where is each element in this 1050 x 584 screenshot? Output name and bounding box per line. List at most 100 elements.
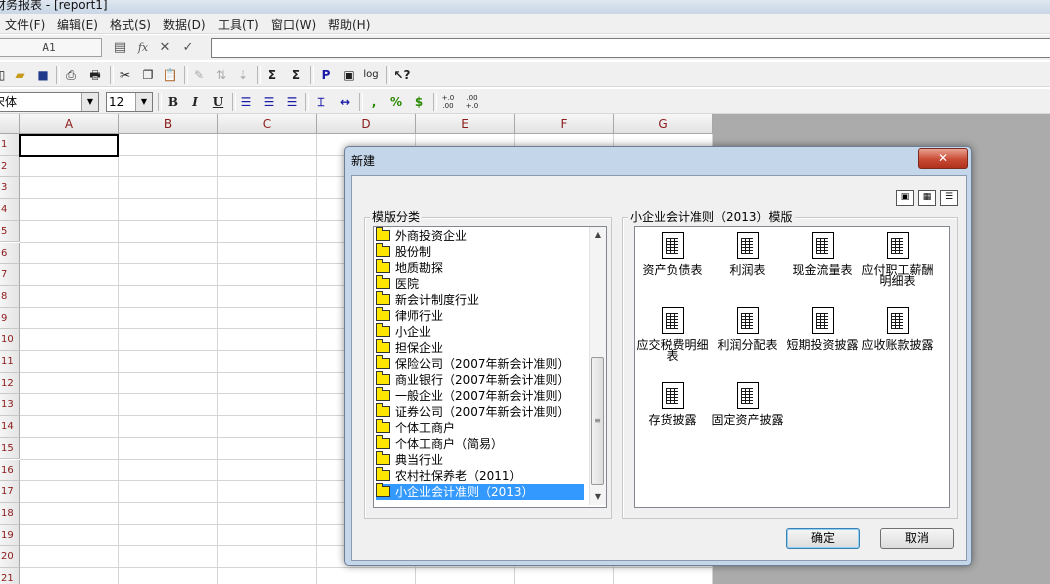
confirm-edit-icon[interactable]: ✓: [179, 39, 197, 57]
calculator-icon[interactable]: ▤: [111, 39, 129, 57]
template-item[interactable]: 现金流量表: [785, 232, 860, 276]
align-center-icon[interactable]: ☰: [259, 92, 279, 112]
column-header[interactable]: B: [119, 114, 218, 134]
cancel-edit-icon[interactable]: ✕: [156, 39, 174, 57]
save-icon[interactable]: ■: [33, 65, 53, 85]
template-item[interactable]: 利润表: [710, 232, 785, 276]
menu-format[interactable]: 格式(S): [110, 16, 151, 33]
template-item[interactable]: 存货披露: [635, 382, 710, 426]
category-item[interactable]: 商业银行（2007年新会计准则）: [376, 371, 584, 388]
row-header[interactable]: 6: [0, 242, 20, 265]
row-header[interactable]: 7: [0, 264, 20, 286]
decrease-decimal-button[interactable]: .00 +.0: [462, 92, 482, 112]
template-list[interactable]: 资产负债表 利润表 现金流量表 应付职工薪酬明细表 应交税费明细表 利润分配表 短期投资披露…: [634, 226, 950, 508]
italic-button[interactable]: I: [185, 92, 205, 112]
currency-style-button[interactable]: $: [409, 92, 429, 112]
category-item[interactable]: 医院: [376, 275, 584, 292]
category-item[interactable]: 个体工商户（简易）: [376, 435, 584, 452]
print-icon[interactable]: 🖶: [85, 65, 105, 85]
percent-style-button[interactable]: %: [386, 92, 406, 112]
category-item[interactable]: 典当行业: [376, 451, 584, 468]
function-button[interactable]: fx: [134, 39, 152, 57]
category-item[interactable]: 证券公司（2007年新会计准则）: [376, 403, 584, 420]
ok-button[interactable]: 确定: [786, 528, 860, 549]
format-painter-icon[interactable]: ✎: [189, 65, 209, 85]
comma-style-button[interactable]: ,: [364, 92, 384, 112]
align-right-icon[interactable]: ☰: [282, 92, 302, 112]
category-item[interactable]: 股份制: [376, 243, 584, 260]
category-list[interactable]: 外商投资企业 股份制 地质勘探 医院 新会计制度行业 律师行业 小企业 担保企业 保险公司（20…: [373, 226, 607, 508]
row-header[interactable]: 16: [0, 459, 20, 482]
column-header[interactable]: F: [515, 114, 614, 134]
row-header[interactable]: 11: [0, 351, 20, 373]
column-header[interactable]: C: [218, 114, 317, 134]
column-header[interactable]: G: [614, 114, 713, 134]
category-item[interactable]: 新会计制度行业: [376, 291, 584, 308]
template-item[interactable]: 应付职工薪酬明细表: [860, 232, 935, 287]
row-header[interactable]: 19: [0, 524, 20, 547]
row-header[interactable]: 13: [0, 394, 20, 417]
details-view-icon[interactable]: ☰: [940, 190, 958, 206]
category-item[interactable]: 小企业会计准则（2013）: [376, 483, 584, 500]
select-all-corner[interactable]: [0, 114, 20, 134]
template-item[interactable]: 资产负债表: [635, 232, 710, 276]
row-header[interactable]: 21: [0, 568, 20, 584]
row-header[interactable]: 8: [0, 285, 20, 308]
menu-help[interactable]: 帮助(H): [328, 16, 370, 33]
row-header[interactable]: 10: [0, 329, 20, 351]
column-header[interactable]: D: [317, 114, 416, 134]
row-header[interactable]: 18: [0, 502, 20, 525]
scroll-down-icon[interactable]: ▼: [590, 489, 606, 505]
formula-input[interactable]: [211, 38, 1050, 58]
cell-reference-box[interactable]: A1: [0, 38, 102, 57]
dialog-close-button[interactable]: ✕: [918, 148, 968, 169]
category-item[interactable]: 律师行业: [376, 307, 584, 324]
row-header[interactable]: 17: [0, 481, 20, 503]
row-header[interactable]: 3: [0, 177, 20, 200]
category-list-scrollbar[interactable]: ▲ ≡ ▼: [589, 227, 606, 505]
row-header[interactable]: 1: [0, 134, 20, 156]
category-item[interactable]: 一般企业（2007年新会计准则）: [376, 387, 584, 404]
menu-data[interactable]: 数据(D): [163, 16, 206, 33]
scrollbar-thumb[interactable]: ≡: [591, 357, 604, 485]
row-header[interactable]: 15: [0, 437, 20, 460]
help-pointer-icon[interactable]: ↖?: [392, 65, 412, 85]
small-icons-view-icon[interactable]: ▦: [918, 190, 936, 206]
category-item[interactable]: 地质勘探: [376, 259, 584, 276]
row-header[interactable]: 20: [0, 546, 20, 568]
log-button[interactable]: log: [361, 65, 381, 85]
column-header[interactable]: A: [20, 114, 119, 134]
active-cell[interactable]: [19, 134, 119, 157]
category-item[interactable]: 小企业: [376, 323, 584, 340]
sum-column-button[interactable]: Σ: [286, 65, 306, 85]
chevron-down-icon[interactable]: ▼: [81, 93, 98, 111]
category-item[interactable]: 保险公司（2007年新会计准则）: [376, 355, 584, 372]
menu-window[interactable]: 窗口(W): [271, 16, 316, 33]
paste-icon[interactable]: 📋: [160, 65, 180, 85]
horizontal-fit-icon[interactable]: ↔: [335, 92, 355, 112]
bold-button[interactable]: B: [163, 92, 183, 112]
row-header[interactable]: 2: [0, 155, 20, 178]
menu-tools[interactable]: 工具(T): [218, 16, 259, 33]
template-item[interactable]: 应收账款披露: [860, 307, 935, 351]
template-item[interactable]: 固定资产披露: [710, 382, 785, 426]
category-item[interactable]: 外商投资企业: [376, 227, 584, 244]
row-header[interactable]: 12: [0, 372, 20, 395]
scroll-up-icon[interactable]: ▲: [590, 227, 606, 243]
row-header[interactable]: 4: [0, 199, 20, 221]
align-left-icon[interactable]: ☰: [236, 92, 256, 112]
p-button[interactable]: P: [316, 65, 336, 85]
vertical-align-icon[interactable]: ⌶: [311, 92, 331, 112]
copy-icon[interactable]: ❐: [138, 65, 158, 85]
sort-icon[interactable]: ⇅: [211, 65, 231, 85]
template-item[interactable]: 应交税费明细表: [635, 307, 710, 362]
category-item[interactable]: 个体工商户: [376, 419, 584, 436]
font-size-select[interactable]: 12 ▼: [106, 92, 153, 112]
row-header[interactable]: 14: [0, 416, 20, 438]
report-icon[interactable]: ▣: [339, 65, 359, 85]
menu-file[interactable]: 文件(F): [5, 16, 45, 33]
cut-icon[interactable]: ✂: [115, 65, 135, 85]
sort-desc-icon[interactable]: ⇣: [233, 65, 253, 85]
template-item[interactable]: 利润分配表: [710, 307, 785, 351]
row-header[interactable]: 5: [0, 220, 20, 243]
